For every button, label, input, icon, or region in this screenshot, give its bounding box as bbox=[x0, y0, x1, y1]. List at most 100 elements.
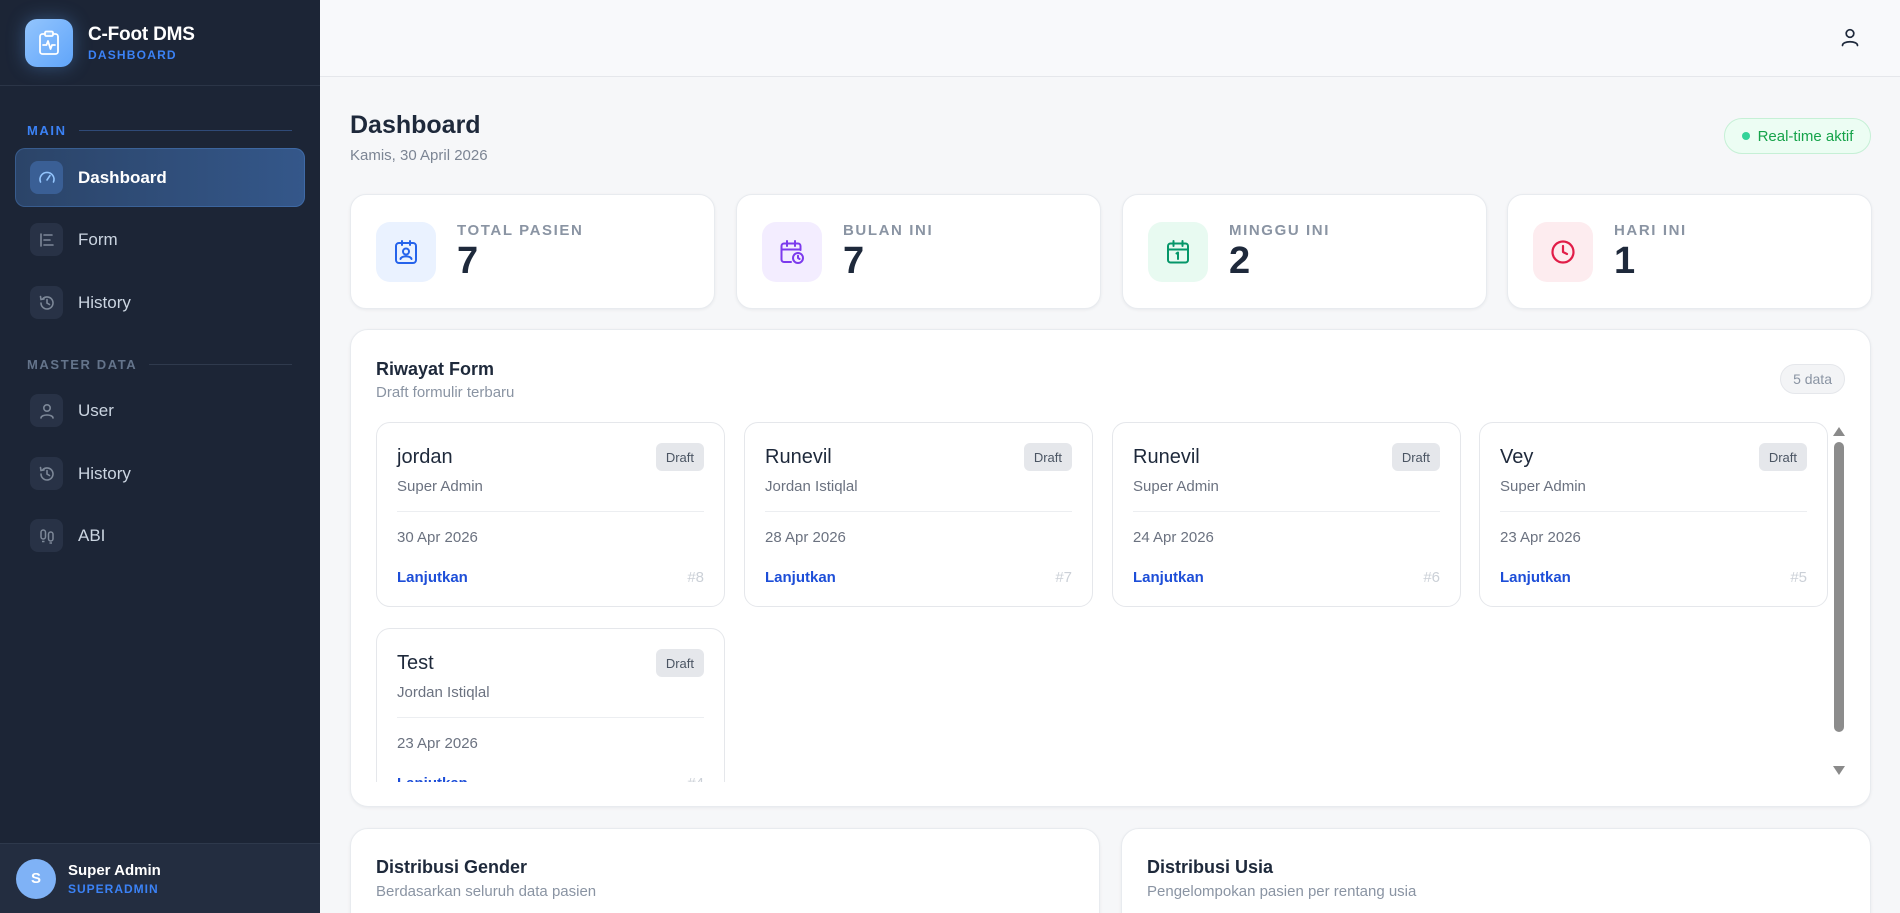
avatar: S bbox=[16, 858, 56, 899]
section-master-label: MASTER DATA bbox=[27, 357, 292, 372]
form-card-id: #7 bbox=[1055, 569, 1072, 586]
draft-badge: Draft bbox=[1391, 443, 1440, 471]
stat-label: HARI INI bbox=[1614, 221, 1687, 239]
footprint-icon bbox=[30, 519, 63, 552]
scrollbar[interactable] bbox=[1831, 427, 1847, 775]
sidebar-item-dashboard[interactable]: Dashboard bbox=[15, 148, 305, 207]
sidebar-item-user[interactable]: User bbox=[15, 381, 305, 440]
form-card[interactable]: Test Draft Jordan Istiqlal 23 Apr 2026 L… bbox=[376, 628, 725, 782]
panel-subtitle: Berdasarkan seluruh data pasien bbox=[376, 883, 597, 900]
form-card[interactable]: Vey Draft Super Admin 23 Apr 2026 Lanjut… bbox=[1479, 422, 1828, 607]
stat-label: MINGGU INI bbox=[1229, 221, 1330, 239]
form-card[interactable]: Runevil Draft Jordan Istiqlal 28 Apr 202… bbox=[744, 422, 1093, 607]
stat-card-hari-ini: HARI INI 1 bbox=[1507, 194, 1872, 309]
panel-title: Distribusi Usia bbox=[1147, 857, 1274, 877]
clipboard-pulse-icon bbox=[25, 18, 73, 67]
stat-label: BULAN INI bbox=[843, 221, 934, 239]
stat-card-bulan-ini: BULAN INI 7 bbox=[736, 194, 1101, 309]
form-card-user: Super Admin bbox=[1133, 478, 1219, 495]
brand: C-Foot DMS DASHBOARD bbox=[0, 0, 320, 86]
divider bbox=[1133, 511, 1440, 512]
form-card[interactable]: Runevil Draft Super Admin 24 Apr 2026 La… bbox=[1112, 422, 1461, 607]
stat-value: 1 bbox=[1614, 239, 1636, 282]
form-card-date: 23 Apr 2026 bbox=[1500, 529, 1581, 546]
form-card-user: Jordan Istiqlal bbox=[765, 478, 858, 495]
scroll-down-arrow-icon[interactable] bbox=[1833, 766, 1845, 775]
status-dot bbox=[1741, 132, 1750, 140]
sidebar-item-label: User bbox=[78, 400, 114, 420]
sidebar-item-label: ABI bbox=[78, 525, 106, 545]
form-card-id: #5 bbox=[1790, 569, 1807, 586]
section-main-text: MAIN bbox=[27, 123, 67, 138]
sidebar: C-Foot DMS DASHBOARD MAIN Dashboard Form bbox=[0, 0, 320, 913]
count-badge: 5 data bbox=[1780, 364, 1845, 394]
form-card-date: 28 Apr 2026 bbox=[765, 529, 846, 546]
section-main-label: MAIN bbox=[27, 123, 292, 138]
stat-value: 7 bbox=[843, 239, 865, 282]
draft-badge: Draft bbox=[1023, 443, 1072, 471]
stat-label: TOTAL PASIEN bbox=[457, 221, 584, 239]
panel-subtitle: Draft formulir terbaru bbox=[376, 384, 515, 401]
sidebar-item-abi[interactable]: ABI bbox=[15, 506, 305, 565]
stat-card-minggu-ini: MINGGU INI 2 bbox=[1122, 194, 1487, 309]
lanjutkan-link[interactable]: Lanjutkan bbox=[1133, 569, 1204, 586]
lanjutkan-link[interactable]: Lanjutkan bbox=[1500, 569, 1571, 586]
form-card-date: 23 Apr 2026 bbox=[397, 735, 478, 752]
history-icon bbox=[30, 286, 63, 319]
scroll-up-arrow-icon[interactable] bbox=[1833, 427, 1845, 436]
form-cards-list[interactable]: jordan Draft Super Admin 30 Apr 2026 Lan… bbox=[376, 422, 1839, 782]
riwayat-form-panel: Riwayat Form Draft formulir terbaru 5 da… bbox=[350, 329, 1871, 807]
user-role: SUPERADMIN bbox=[68, 881, 159, 896]
sidebar-item-history-master[interactable]: History bbox=[15, 444, 305, 503]
form-card-name: Test bbox=[397, 652, 434, 674]
page-title: Dashboard bbox=[350, 111, 481, 139]
panel-title: Riwayat Form bbox=[376, 359, 495, 379]
patient-card-icon bbox=[376, 221, 436, 282]
stat-value: 7 bbox=[457, 239, 479, 282]
divider bbox=[765, 511, 1072, 512]
form-card[interactable]: jordan Draft Super Admin 30 Apr 2026 Lan… bbox=[376, 422, 725, 607]
form-card-id: #4 bbox=[687, 775, 704, 782]
panel-title: Distribusi Gender bbox=[376, 857, 528, 877]
divider bbox=[1500, 511, 1807, 512]
realtime-badge: Real-time aktif bbox=[1724, 118, 1871, 154]
app-title: C-Foot DMS bbox=[88, 23, 195, 45]
form-card-name: Runevil bbox=[1133, 446, 1200, 468]
topbar bbox=[320, 0, 1900, 77]
draft-badge: Draft bbox=[655, 443, 704, 471]
form-card-name: Runevil bbox=[765, 446, 832, 468]
sidebar-item-label: History bbox=[78, 463, 131, 483]
section-master-text: MASTER DATA bbox=[27, 357, 138, 372]
divider bbox=[397, 511, 704, 512]
stat-card-total-pasien: TOTAL PASIEN 7 bbox=[350, 194, 715, 309]
distribusi-usia-panel: Distribusi Usia Pengelompokan pasien per… bbox=[1121, 828, 1871, 913]
form-card-user: Super Admin bbox=[1500, 478, 1586, 495]
sidebar-item-label: History bbox=[78, 292, 131, 312]
sidebar-item-label: Dashboard bbox=[78, 167, 167, 187]
profile-button[interactable] bbox=[1838, 24, 1862, 50]
form-card-id: #6 bbox=[1423, 569, 1440, 586]
form-card-date: 30 Apr 2026 bbox=[397, 529, 478, 546]
form-icon bbox=[30, 223, 63, 256]
form-card-user: Super Admin bbox=[397, 478, 483, 495]
form-card-user: Jordan Istiqlal bbox=[397, 684, 490, 701]
gauge-icon bbox=[30, 161, 63, 194]
form-card-date: 24 Apr 2026 bbox=[1133, 529, 1214, 546]
panel-subtitle: Pengelompokan pasien per rentang usia bbox=[1147, 883, 1417, 900]
page-date: Kamis, 30 April 2026 bbox=[350, 147, 488, 164]
lanjutkan-link[interactable]: Lanjutkan bbox=[765, 569, 836, 586]
sidebar-item-form[interactable]: Form bbox=[15, 210, 305, 269]
distribusi-gender-panel: Distribusi Gender Berdasarkan seluruh da… bbox=[350, 828, 1100, 913]
clock-icon bbox=[1533, 221, 1593, 282]
scrollbar-thumb[interactable] bbox=[1834, 442, 1844, 732]
lanjutkan-link[interactable]: Lanjutkan bbox=[397, 775, 468, 782]
history-icon bbox=[30, 457, 63, 490]
stat-value: 2 bbox=[1229, 239, 1251, 282]
sidebar-item-history[interactable]: History bbox=[15, 273, 305, 332]
current-user[interactable]: S Super Admin SUPERADMIN bbox=[0, 843, 320, 913]
lanjutkan-link[interactable]: Lanjutkan bbox=[397, 569, 468, 586]
form-card-name: jordan bbox=[397, 446, 453, 468]
user-name: Super Admin bbox=[68, 861, 161, 879]
divider bbox=[397, 717, 704, 718]
form-card-name: Vey bbox=[1500, 446, 1534, 468]
